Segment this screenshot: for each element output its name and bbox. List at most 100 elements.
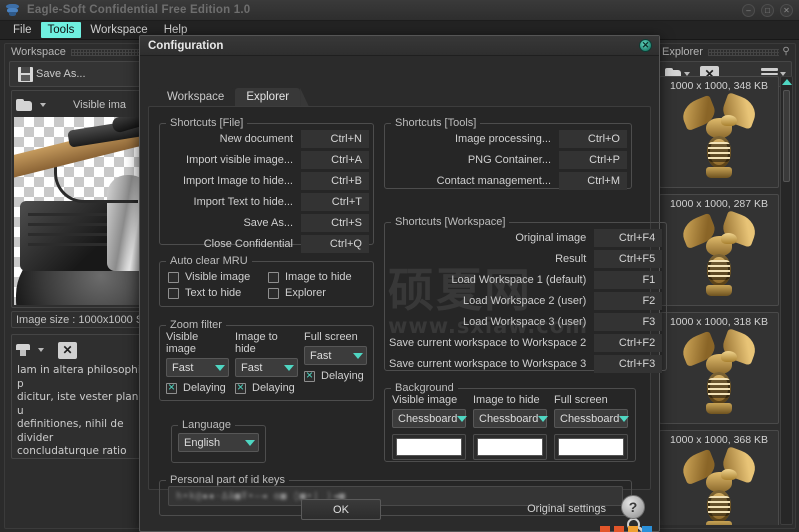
pin-icon[interactable]: ⚲ [781, 46, 791, 58]
hidden-text-content[interactable]: Iam in altera philosophiae p dicitur, is… [15, 362, 156, 458]
checkbox-label: Delaying [252, 382, 295, 394]
shortcut-key[interactable]: F2 [594, 292, 663, 310]
background-select-full-screen[interactable]: Chessboard [554, 409, 630, 428]
shortcut-row[interactable]: Save current workspace to Workspace 2 Ct… [389, 333, 663, 353]
shortcut-key[interactable]: F1 [594, 271, 663, 289]
chevron-down-icon[interactable] [241, 434, 258, 451]
color-swatch[interactable] [558, 438, 624, 456]
shortcut-key[interactable]: Ctrl+F3 [594, 355, 663, 373]
shortcut-key[interactable]: Ctrl+A [301, 151, 369, 169]
checkbox-icon[interactable] [168, 271, 179, 283]
shortcut-key[interactable]: Ctrl+B [301, 172, 369, 190]
dialog-close-icon[interactable]: ✕ [639, 39, 652, 52]
list-item[interactable]: 1000 x 1000, 287 KB [659, 194, 779, 306]
shortcut-row[interactable]: Import Text to hide... Ctrl+T [164, 192, 369, 212]
close-button[interactable]: ✕ [780, 4, 793, 17]
drag-grip[interactable] [708, 49, 779, 56]
chevron-down-icon[interactable] [38, 348, 44, 352]
delaying-checkbox-visible-image[interactable]: Delaying [166, 381, 229, 394]
tab-workspace[interactable]: Workspace [156, 88, 236, 107]
dialog-tab-pane: Shortcuts [File] New document Ctrl+N Imp… [148, 106, 668, 516]
list-item[interactable]: 1000 x 1000, 348 KB [659, 76, 779, 188]
shortcut-row[interactable]: Load Workspace 2 (user) F2 [389, 291, 663, 311]
shortcut-key[interactable]: Ctrl+F2 [594, 334, 663, 352]
shortcut-row[interactable]: Result Ctrl+F5 [389, 249, 663, 269]
shortcut-row[interactable]: Save current workspace to Workspace 3 Ct… [389, 354, 663, 374]
shortcut-row[interactable]: Save As... Ctrl+S [164, 213, 369, 233]
background-select-visible-image[interactable]: Chessboard [392, 409, 468, 428]
chevron-down-icon[interactable] [211, 359, 228, 376]
chevron-down-icon[interactable] [280, 359, 297, 376]
explorer-thumbnail-list[interactable]: 1000 x 1000, 348 KB 1000 x 1000, 287 KB … [659, 76, 779, 525]
checkbox-icon[interactable] [268, 287, 279, 299]
background-color-picker-full-screen[interactable] [554, 434, 628, 460]
shortcut-row[interactable]: New document Ctrl+N [164, 129, 369, 149]
chevron-down-icon[interactable] [40, 103, 46, 107]
delaying-checkbox-full-screen[interactable]: Delaying [304, 369, 367, 382]
shortcut-row[interactable]: Contact management... Ctrl+M [389, 171, 627, 191]
checkbox-icon[interactable] [166, 381, 177, 394]
shortcut-row[interactable]: Import Image to hide... Ctrl+B [164, 171, 369, 191]
shortcut-key[interactable]: Ctrl+S [301, 214, 369, 232]
chevron-down-icon[interactable] [538, 410, 549, 427]
import-text-icon[interactable] [15, 343, 32, 357]
shortcut-key[interactable]: F3 [594, 313, 663, 331]
shortcut-row[interactable]: Original image Ctrl+F4 [389, 228, 663, 248]
chevron-down-icon[interactable] [619, 410, 630, 427]
shortcut-row[interactable]: Import visible image... Ctrl+A [164, 150, 369, 170]
shortcut-key[interactable]: Ctrl+F4 [594, 229, 663, 247]
shortcut-key[interactable]: Ctrl+O [559, 130, 627, 148]
menu-item-tools[interactable]: Tools [40, 22, 82, 38]
clear-text-button[interactable]: ✕ [58, 341, 77, 359]
help-button[interactable]: ? [621, 495, 645, 519]
language-select[interactable]: English [178, 433, 259, 452]
checkbox-visible-image[interactable]: Visible image [168, 271, 268, 283]
shortcut-key[interactable]: Ctrl+M [559, 172, 627, 190]
checkbox-text-to-hide[interactable]: Text to hide [168, 287, 268, 299]
background-select-image-to-hide[interactable]: Chessboard [473, 409, 549, 428]
maximize-button[interactable]: □ [761, 4, 774, 17]
menu-item-file[interactable]: File [6, 22, 39, 38]
checkbox-icon[interactable] [168, 287, 179, 299]
shortcut-key[interactable]: Ctrl+N [301, 130, 369, 148]
tab-explorer[interactable]: Explorer [235, 88, 301, 107]
ok-button[interactable]: OK [301, 499, 381, 520]
checkbox-explorer[interactable]: Explorer [268, 287, 368, 299]
visible-image-preview[interactable] [14, 117, 157, 305]
background-color-picker-image-to-hide[interactable] [473, 434, 547, 460]
zoom-filter-select-full-screen[interactable]: Fast [304, 346, 367, 365]
checkbox-icon[interactable] [268, 271, 279, 283]
original-settings-link[interactable]: Original settings [527, 503, 606, 515]
chevron-down-icon[interactable] [349, 347, 366, 364]
list-item[interactable]: 1000 x 1000, 368 KB [659, 430, 779, 525]
shortcut-key[interactable]: Ctrl+F5 [594, 250, 663, 268]
shortcut-label: Load Workspace 1 (default) [451, 274, 587, 286]
scroll-up-icon[interactable] [781, 79, 792, 85]
chevron-down-icon[interactable] [457, 410, 468, 427]
color-swatch[interactable] [396, 438, 462, 456]
color-swatch[interactable] [477, 438, 543, 456]
save-as-button[interactable]: Save As... [14, 65, 90, 84]
shortcut-row[interactable]: Image processing... Ctrl+O [389, 129, 627, 149]
shortcut-row[interactable]: Load Workspace 1 (default) F1 [389, 270, 663, 290]
background-color-picker-visible-image[interactable] [392, 434, 466, 460]
delaying-checkbox-image-to-hide[interactable]: Delaying [235, 381, 298, 394]
shortcut-key[interactable]: Ctrl+Q [301, 235, 369, 253]
shortcut-key[interactable]: Ctrl+T [301, 193, 369, 211]
shortcut-key[interactable]: Ctrl+P [559, 151, 627, 169]
list-item[interactable]: 1000 x 1000, 318 KB [659, 312, 779, 424]
minimize-button[interactable]: – [742, 4, 755, 17]
explorer-scrollbar[interactable] [780, 76, 793, 525]
zoom-filter-select-visible-image[interactable]: Fast [166, 358, 229, 377]
explorer-panel-header: Explorer ⚲ [656, 44, 795, 60]
shortcut-row[interactable]: PNG Container... Ctrl+P [389, 150, 627, 170]
zoom-filter-select-image-to-hide[interactable]: Fast [235, 358, 298, 377]
shortcut-row[interactable]: Load Workspace 3 (user) F3 [389, 312, 663, 332]
shortcut-row[interactable]: Close Confidential Ctrl+Q [164, 234, 369, 254]
checkbox-image-to-hide[interactable]: Image to hide [268, 271, 368, 283]
checkbox-icon[interactable] [235, 381, 246, 394]
select-value: Fast [172, 361, 194, 374]
checkbox-icon[interactable] [304, 369, 315, 382]
open-folder-icon[interactable] [16, 98, 33, 112]
scrollbar-thumb[interactable] [783, 90, 790, 182]
